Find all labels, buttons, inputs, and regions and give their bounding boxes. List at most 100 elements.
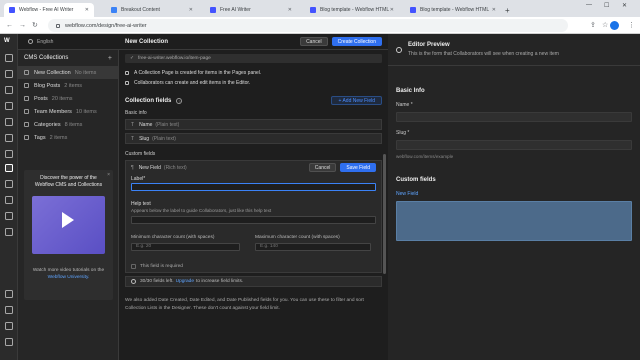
field-row-name[interactable]: T Name (Plain text) xyxy=(125,119,382,130)
cms-collections-panel: CMS Collections + New Collection No items… xyxy=(18,50,119,360)
url-field[interactable]: webflow.com/design/free-ai-writer xyxy=(48,19,568,32)
close-promo-icon[interactable]: × xyxy=(107,172,110,178)
audit-icon[interactable] xyxy=(5,306,13,314)
logic-icon[interactable] xyxy=(5,228,13,236)
webflow-designer: W English CMS Collections + New Collecti… xyxy=(0,34,640,360)
tab-breakout[interactable]: Breakout Content ✕ xyxy=(106,3,198,17)
forward-icon[interactable]: → xyxy=(19,22,26,29)
collection-item-tags[interactable]: Tags 2 items xyxy=(18,131,118,144)
collection-icon xyxy=(24,83,29,88)
promo-video-thumbnail[interactable] xyxy=(32,196,105,254)
settings-icon[interactable] xyxy=(5,290,13,298)
users-icon[interactable] xyxy=(5,212,13,220)
minimize-icon[interactable]: — xyxy=(586,2,592,8)
tab-blog-template-1[interactable]: Blog template - Webflow HTML ✕ xyxy=(305,3,399,17)
collection-item-posts[interactable]: Posts 20 items xyxy=(18,92,118,105)
play-icon[interactable] xyxy=(62,212,74,228)
close-tab-icon[interactable]: ✕ xyxy=(492,7,496,13)
avatar[interactable] xyxy=(610,21,619,30)
components-icon[interactable] xyxy=(5,102,13,110)
checkbox-icon[interactable] xyxy=(131,264,136,269)
maximize-icon[interactable]: ☐ xyxy=(604,2,609,9)
preview-name-label: Name * xyxy=(396,102,413,108)
close-tab-icon[interactable]: ✕ xyxy=(189,7,193,13)
save-field-button[interactable]: Save Field xyxy=(340,163,376,172)
share-icon[interactable]: ⇪ xyxy=(590,21,596,29)
help-icon[interactable]: ? xyxy=(176,97,183,104)
tab-strip: Webflow - Free AI Writer ✕ Breakout Cont… xyxy=(0,0,640,17)
add-collection-button[interactable]: + xyxy=(108,55,112,62)
check-icon: ✓ xyxy=(130,56,135,61)
help-text-title: Help text xyxy=(131,201,151,207)
preview-name-input[interactable] xyxy=(396,112,632,122)
cancel-field-button[interactable]: Cancel xyxy=(308,163,337,172)
webflow-favicon-icon xyxy=(410,7,416,13)
preview-header: Editor Preview This is the form that Col… xyxy=(388,34,640,66)
star-icon[interactable]: ☆ xyxy=(602,21,608,29)
video-icon[interactable] xyxy=(5,338,13,346)
reload-icon[interactable]: ↻ xyxy=(32,21,38,29)
required-checkbox[interactable]: This field is required xyxy=(131,264,183,269)
doc-favicon-icon xyxy=(111,7,117,13)
cms-icon[interactable] xyxy=(5,164,13,172)
close-tab-icon[interactable]: ✕ xyxy=(390,7,394,13)
pages-icon[interactable] xyxy=(5,70,13,78)
max-count-label: Maximum character count (with spaces) xyxy=(255,235,340,240)
page-title: New Collection xyxy=(125,38,169,45)
add-new-field-button[interactable]: + Add New Field xyxy=(331,96,382,105)
webflow-university-link[interactable]: Webflow University. xyxy=(48,275,90,280)
help-icon[interactable] xyxy=(5,322,13,330)
webflow-favicon-icon xyxy=(310,7,316,13)
variables-icon[interactable] xyxy=(5,134,13,142)
preview-rich-text-area[interactable] xyxy=(396,201,632,241)
navigator-icon[interactable] xyxy=(5,86,13,94)
webflow-favicon-icon xyxy=(210,7,216,13)
tab-blog-template-2[interactable]: Blog template - Webflow HTML ✕ xyxy=(405,3,501,17)
close-tab-icon[interactable]: ✕ xyxy=(288,7,292,13)
field-row-slug[interactable]: T Slug (Plain text) xyxy=(125,133,382,144)
back-icon[interactable]: ← xyxy=(6,22,13,29)
preview-slug-input[interactable] xyxy=(396,140,632,150)
tab-webflow[interactable]: Webflow - Free AI Writer ✕ xyxy=(4,3,94,17)
upgrade-link[interactable]: Upgrade xyxy=(176,279,194,284)
text-field-icon: T xyxy=(131,121,135,128)
preview-slug-hint: webflow.com/items/example xyxy=(396,154,454,159)
webflow-logo-icon[interactable]: W xyxy=(4,38,10,44)
close-tab-icon[interactable]: ✕ xyxy=(85,7,89,13)
cancel-button[interactable]: Cancel xyxy=(300,37,328,46)
collection-fields-header: Collection fields ? + Add New Field xyxy=(125,96,382,105)
new-tab-button[interactable]: + xyxy=(505,3,517,17)
panel-header: New Collection Cancel Create Collection xyxy=(119,34,388,50)
menu-icon[interactable]: ⋮ xyxy=(628,21,635,29)
apps-icon[interactable] xyxy=(5,180,13,188)
info-line: A Collection Page is created for items i… xyxy=(125,68,382,77)
styles-icon[interactable] xyxy=(5,118,13,126)
ecommerce-icon[interactable] xyxy=(5,196,13,204)
collection-item-team-members[interactable]: Team Members 10 items xyxy=(18,105,118,118)
promo-title: Discover the power of the Webflow CMS an… xyxy=(34,175,103,188)
collection-icon xyxy=(24,70,29,75)
label-input[interactable] xyxy=(131,183,376,191)
label-field-title: Label* xyxy=(131,176,146,182)
field-editor-header: ¶ New Field (Rich text) Cancel Save Fiel… xyxy=(126,161,381,174)
info-icon xyxy=(131,279,136,284)
basic-info-label: Basic info xyxy=(125,110,147,116)
help-text-input[interactable] xyxy=(131,216,376,224)
assets-icon[interactable] xyxy=(5,150,13,158)
preview-slug-label: Slug * xyxy=(396,130,410,136)
max-count-input[interactable]: E.g. 140 xyxy=(255,243,371,251)
min-count-input[interactable]: E.g. 20 xyxy=(131,243,240,251)
collection-icon xyxy=(24,96,29,101)
new-collection-panel: New Collection Cancel Create Collection … xyxy=(119,34,388,360)
collection-icon xyxy=(24,122,29,127)
add-panel-icon[interactable] xyxy=(5,54,13,62)
scrollbar[interactable] xyxy=(383,154,386,274)
tab-free-ai-writer[interactable]: Free AI Writer ✕ xyxy=(205,3,297,17)
collection-item-categories[interactable]: Categories 8 items xyxy=(18,118,118,131)
create-collection-button[interactable]: Create Collection xyxy=(331,37,382,46)
close-window-icon[interactable]: ✕ xyxy=(622,2,627,9)
lock-icon xyxy=(56,23,60,28)
collection-item-new[interactable]: New Collection No items xyxy=(18,66,118,79)
cms-promo-card: × Discover the power of the Webflow CMS … xyxy=(24,170,113,300)
collection-item-blog-posts[interactable]: Blog Posts 2 items xyxy=(18,79,118,92)
